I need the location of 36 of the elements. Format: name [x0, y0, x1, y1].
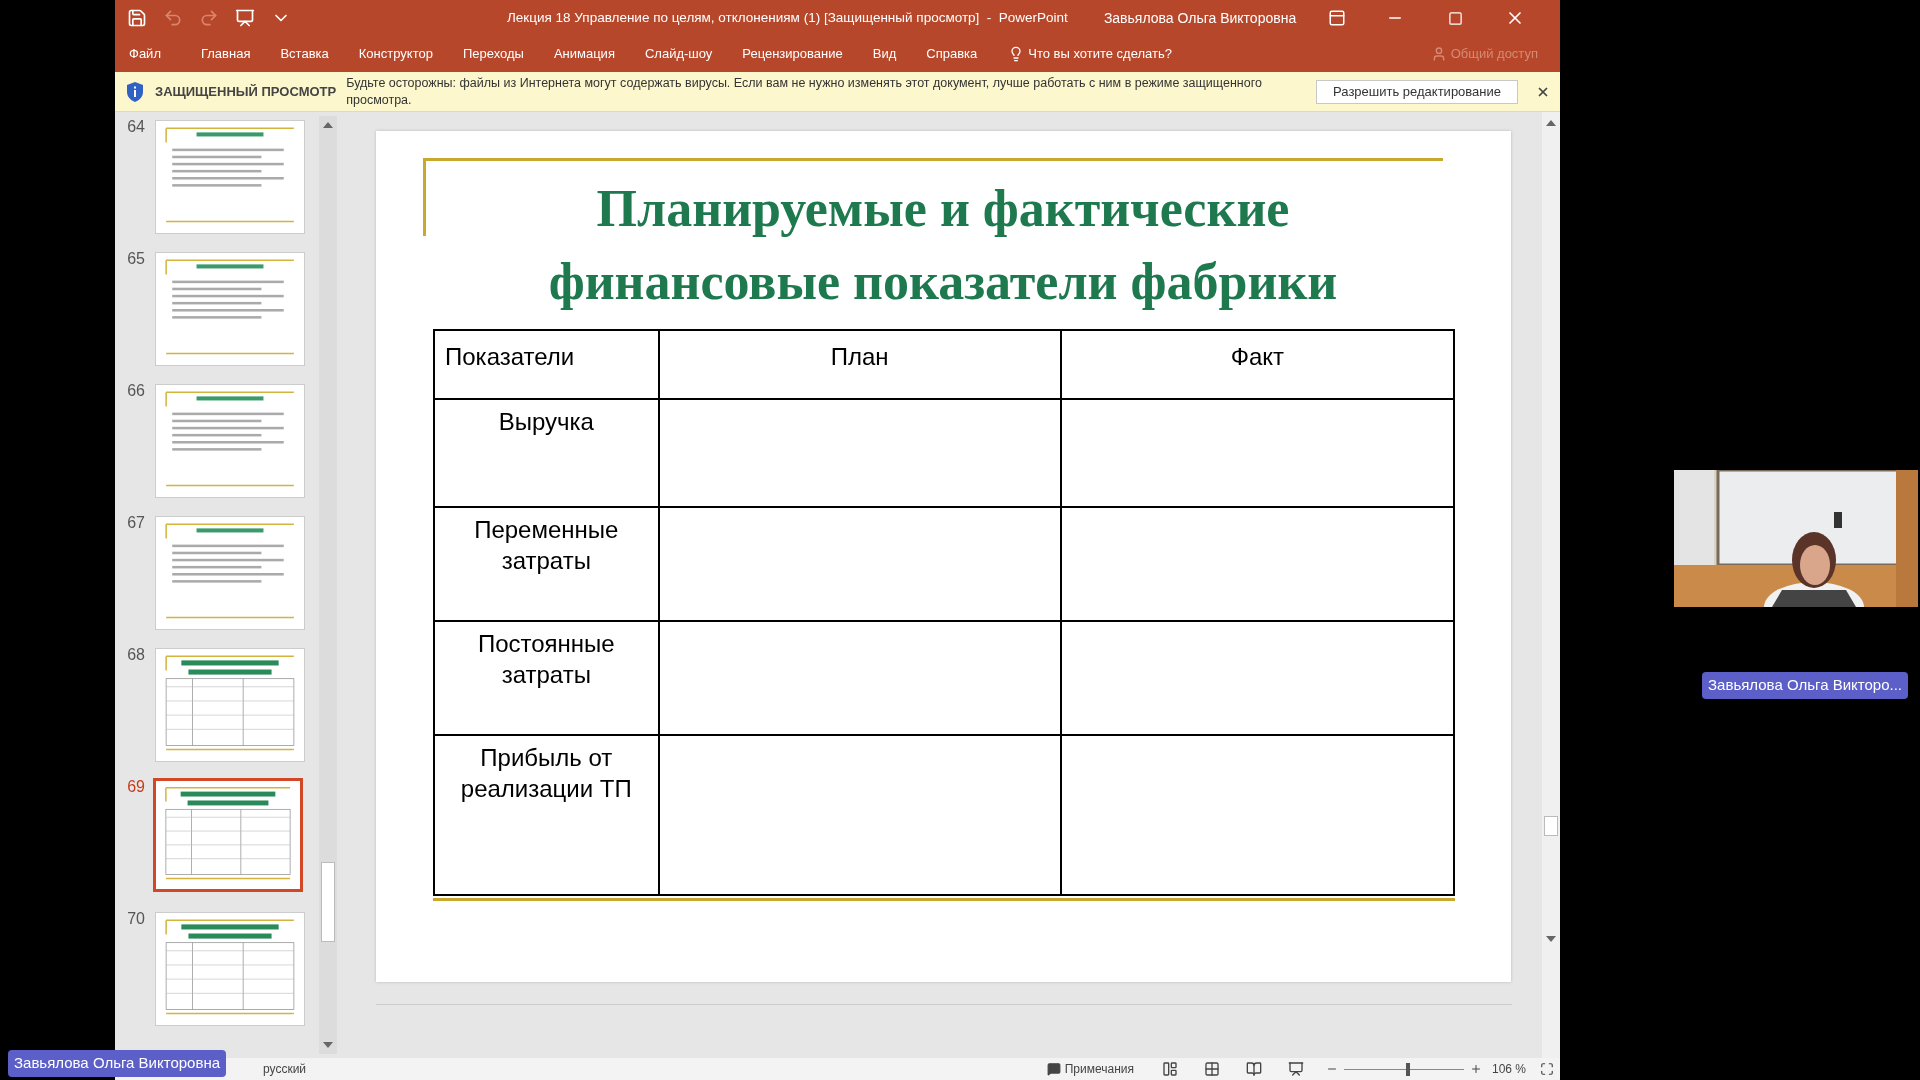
ribbon-tab[interactable]: Главная [185, 44, 266, 64]
slide-number: 65 [126, 250, 145, 268]
protected-view-label: ЗАЩИЩЕННЫЙ ПРОСМОТР [155, 82, 337, 101]
slide-number: 66 [126, 382, 145, 400]
slide-number: 64 [126, 118, 145, 136]
slide-number: 67 [126, 514, 145, 532]
ribbon-tab[interactable]: Рецензирование [727, 44, 858, 64]
ribbon-tab[interactable]: Справка [911, 44, 993, 64]
participant-name: Завьялова Ольга Викторо... [1702, 672, 1908, 699]
ribbon-tab[interactable]: Анимация [538, 44, 630, 64]
table-cell-text: Прибыль от реализации ТП [459, 743, 633, 804]
ribbon-tab[interactable]: Вставка [265, 44, 344, 64]
slide-number: 69 [126, 778, 145, 796]
column-header: Показатели [444, 342, 576, 372]
ribbon-tab[interactable]: Вид [857, 44, 912, 64]
column-header: План [657, 331, 1060, 398]
ribbon-tab[interactable]: Переходы [447, 44, 539, 64]
zoom-level[interactable]: 106 % [1491, 1060, 1526, 1078]
slide-number: 70 [126, 910, 145, 928]
tell-me-field[interactable]: Что вы хотите сделать? [1028, 44, 1172, 64]
enable-editing-button[interactable]: Разрешить редактирование [1316, 79, 1518, 104]
ribbon-tab[interactable]: Файл [129, 44, 186, 64]
table-cell-text: Переменные затраты [473, 515, 620, 576]
notes-button[interactable]: Примечания [1064, 1060, 1134, 1078]
table-cell-text: Постоянные затраты [476, 629, 616, 690]
slide-title: Планируемые и фактические финансовые показатели фабрики [547, 179, 1339, 312]
column-header: Факт [1059, 331, 1453, 398]
window-title: Лекция 18 Управление по целям, отклонениям (1) [Защищенный просмотр] - PowerPoint [507, 8, 1068, 27]
table-cell-text: Выручка [497, 407, 595, 437]
language-label[interactable]: русский [263, 1060, 307, 1078]
ribbon-tab[interactable]: Конструктор [343, 44, 448, 64]
ribbon-tab[interactable]: Слайд-шоу [629, 44, 728, 64]
participant-name: Завьялова Ольга Викторовна [8, 1050, 227, 1077]
protected-view-message: Будьте осторожны: файлы из Интернета могут содержать вирусы. Если вам не нужно изменять этот документ, лучше работать с ним в режиме защищенного просмотра. [346, 74, 1263, 109]
slide-number: 68 [126, 646, 145, 664]
user-name: Завьялова Ольга Викторовна [1103, 8, 1297, 28]
